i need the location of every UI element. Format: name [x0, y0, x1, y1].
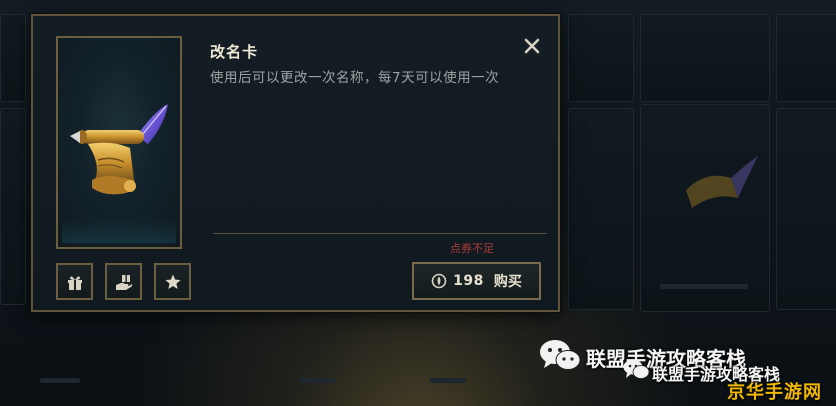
background-scroll-item-image [686, 156, 758, 208]
star-icon [164, 274, 181, 289]
present-hand-icon [115, 274, 132, 290]
background-store-item [568, 108, 634, 310]
background-store-item [776, 108, 836, 310]
background-store-item [0, 14, 26, 102]
present-hand-button[interactable] [105, 263, 142, 300]
favorite-button[interactable] [154, 263, 191, 300]
background-item-label [660, 284, 748, 289]
gift-button[interactable] [56, 263, 93, 300]
divider-line [213, 233, 547, 234]
buy-label: 购买 [493, 274, 522, 290]
item-description: 使用后可以更改一次名称，每7天可以使用一次 [210, 70, 500, 86]
item-preview-frame [56, 36, 182, 249]
wechat-icon [540, 340, 581, 370]
rename-scroll-image [70, 104, 168, 195]
buy-price: 198 [453, 273, 484, 289]
riot-points-icon [431, 273, 447, 289]
close-icon [524, 38, 540, 54]
background-store-item [640, 14, 770, 102]
background-item-label [40, 378, 80, 383]
wechat-icon-small [623, 359, 650, 379]
watermark-site-logo: 京华手游网 [727, 382, 822, 403]
background-store-item [776, 14, 836, 102]
buy-button[interactable]: 198 购买 [412, 262, 541, 300]
item-purchase-dialog: 改名卡 使用后可以更改一次名称，每7天可以使用一次 点券不足 198 购买 [31, 14, 560, 312]
background-store-item [568, 14, 634, 102]
item-title: 改名卡 [210, 43, 259, 61]
background-item-label [430, 378, 466, 383]
close-button[interactable] [521, 35, 543, 57]
insufficient-funds-warning: 点券不足 [450, 242, 494, 255]
gift-icon [67, 275, 82, 290]
background-store-item [0, 108, 26, 305]
background-item-label [300, 378, 336, 383]
